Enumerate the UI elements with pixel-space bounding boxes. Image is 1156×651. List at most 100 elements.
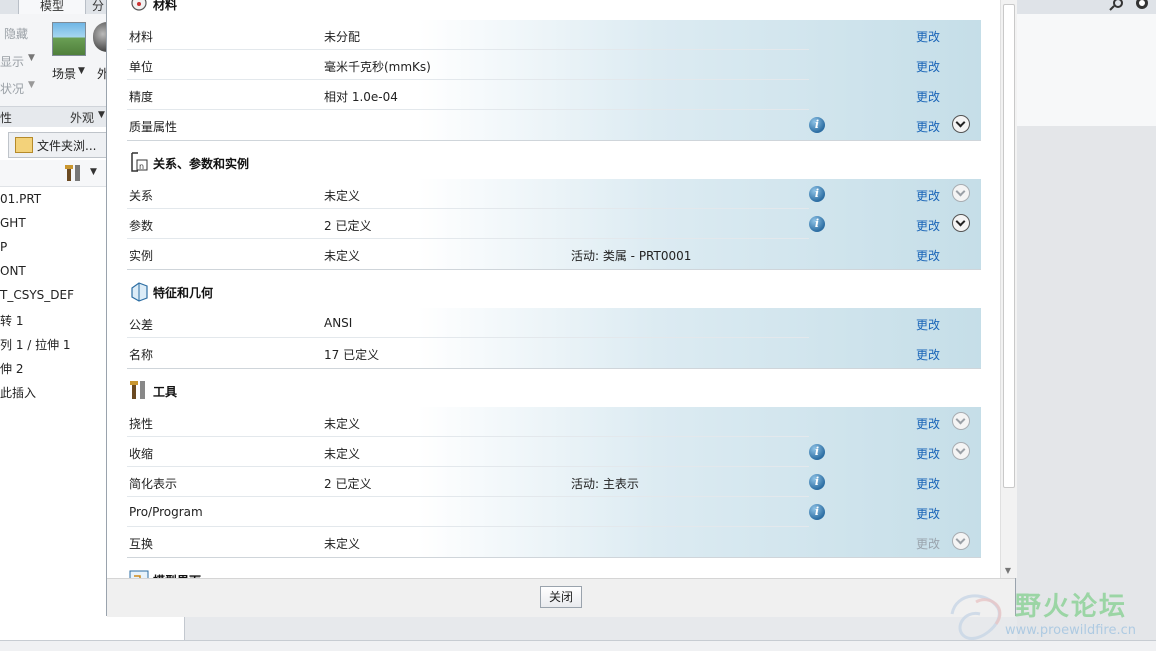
watermark-url: www.proewildfire.cn bbox=[1005, 623, 1136, 638]
property-label: 实例 bbox=[129, 249, 154, 263]
section-title: 关系、参数和实例 bbox=[153, 157, 250, 171]
change-link[interactable]: 更改 bbox=[916, 475, 940, 492]
tree-item[interactable]: 01.PRT bbox=[0, 192, 106, 214]
property-label: 互换 bbox=[129, 537, 154, 551]
expand-chevron-icon[interactable] bbox=[952, 412, 970, 430]
chevron-down-icon[interactable]: ▼ bbox=[78, 66, 85, 76]
info-icon[interactable]: i bbox=[809, 474, 825, 490]
change-link[interactable]: 更改 bbox=[916, 28, 940, 45]
chevron-down-icon[interactable]: ▼ bbox=[90, 167, 97, 177]
section-title: 材料 bbox=[153, 0, 178, 12]
info-icon[interactable]: i bbox=[809, 444, 825, 460]
change-link[interactable]: 更改 bbox=[916, 415, 940, 432]
expand-chevron-icon[interactable] bbox=[952, 115, 970, 133]
model-interface-icon bbox=[129, 568, 149, 578]
change-link[interactable]: 更改 bbox=[916, 217, 940, 234]
tab-model[interactable]: 模型 bbox=[18, 0, 86, 15]
section-divider bbox=[127, 557, 981, 558]
info-icon[interactable]: i bbox=[809, 504, 825, 520]
change-link[interactable]: 更改 bbox=[916, 58, 940, 75]
scene-icon[interactable] bbox=[52, 22, 86, 56]
change-link[interactable]: 更改 bbox=[916, 505, 940, 522]
tree-item[interactable]: 转 1 bbox=[0, 312, 106, 334]
search-icon[interactable] bbox=[1108, 0, 1156, 12]
property-row: 挠性 未定义 更改 bbox=[127, 407, 981, 437]
tools-icon[interactable] bbox=[64, 163, 84, 183]
property-label: 精度 bbox=[129, 90, 154, 104]
property-value: 相对 1.0e-04 bbox=[324, 90, 398, 104]
change-link[interactable]: 更改 bbox=[916, 346, 940, 363]
property-value: 2 已定义 bbox=[324, 219, 372, 233]
property-label: 收缩 bbox=[129, 447, 154, 461]
property-label: 公差 bbox=[129, 318, 154, 332]
change-link[interactable]: 更改 bbox=[916, 316, 940, 333]
folder-icon bbox=[15, 137, 33, 153]
property-value: 17 已定义 bbox=[324, 348, 380, 362]
chevron-down-icon[interactable]: ▼ bbox=[98, 110, 105, 120]
chevron-down-icon[interactable]: ▼ bbox=[28, 80, 35, 90]
tree-toolbar: ▼ bbox=[0, 160, 106, 187]
property-value: 毫米千克秒(mmKs) bbox=[324, 60, 431, 74]
property-row: 单位 毫米千克秒(mmKs) 更改 bbox=[127, 50, 981, 80]
expand-chevron-icon[interactable] bbox=[952, 442, 970, 460]
change-link[interactable]: 更改 bbox=[916, 187, 940, 204]
property-label: 质量属性 bbox=[129, 120, 178, 134]
change-link[interactable]: 更改 bbox=[916, 118, 940, 135]
change-link[interactable]: 更改 bbox=[916, 247, 940, 264]
change-link[interactable]: 更改 bbox=[916, 88, 940, 105]
expand-chevron-icon[interactable] bbox=[952, 214, 970, 232]
group-label-left: 性 bbox=[0, 111, 13, 125]
section-header: n 关系、参数和实例 bbox=[127, 145, 981, 179]
expand-chevron-icon[interactable] bbox=[952, 532, 970, 550]
property-row: 参数 2 已定义 i 更改 bbox=[127, 209, 981, 239]
change-link: 更改 bbox=[916, 537, 941, 551]
hide-command[interactable]: 隐藏 bbox=[4, 25, 28, 42]
property-row: 名称 17 已定义 更改 bbox=[127, 338, 981, 368]
section-divider bbox=[127, 140, 981, 141]
property-row: 互换 未定义 更改 bbox=[127, 527, 981, 557]
property-label: 关系 bbox=[129, 189, 154, 203]
features-icon bbox=[129, 280, 149, 302]
property-active: 活动: 主表示 bbox=[571, 477, 639, 491]
property-label: 简化表示 bbox=[129, 477, 178, 491]
section-header: 材料 bbox=[127, 0, 981, 20]
status-command[interactable]: 状况 bbox=[0, 80, 24, 97]
property-row: 收缩 未定义 i 更改 bbox=[127, 437, 981, 467]
scene-button[interactable]: 场景 bbox=[52, 65, 76, 82]
property-label: 名称 bbox=[129, 348, 154, 362]
tree-item[interactable]: T_CSYS_DEF bbox=[0, 288, 106, 310]
info-icon[interactable]: i bbox=[809, 117, 825, 133]
info-icon[interactable]: i bbox=[809, 186, 825, 202]
chevron-down-icon[interactable]: ▼ bbox=[28, 53, 35, 63]
property-row: 材料 未分配 更改 bbox=[127, 20, 981, 50]
property-row: 精度 相对 1.0e-04 更改 bbox=[127, 80, 981, 110]
tree-item[interactable]: 此插入 bbox=[0, 384, 106, 406]
property-value: 未定义 bbox=[324, 249, 361, 263]
property-value: 未定义 bbox=[324, 537, 361, 551]
section-divider bbox=[127, 269, 981, 270]
tree-item[interactable]: 伸 2 bbox=[0, 360, 106, 382]
display-command[interactable]: 显示 bbox=[0, 53, 24, 70]
property-value: 未定义 bbox=[324, 447, 361, 461]
change-link[interactable]: 更改 bbox=[916, 445, 940, 462]
close-button[interactable]: 关闭 bbox=[540, 586, 582, 608]
tree-item[interactable]: ONT bbox=[0, 264, 106, 286]
tree-item[interactable]: P bbox=[0, 240, 106, 262]
scrollbar-thumb[interactable] bbox=[1003, 4, 1015, 488]
dialog-content: 材料 材料 未分配 更改 单位 毫米千克秒(mmKs) 更改 精度 相对 1.0e-04 更改 质量… bbox=[107, 0, 999, 578]
file-browser-tab[interactable]: 文件夹浏... bbox=[8, 132, 108, 158]
section-header: 工具 bbox=[127, 373, 981, 407]
material-icon bbox=[129, 0, 149, 14]
section-header: 模型界面 bbox=[127, 562, 981, 578]
property-row: 实例 未定义 活动: 类属 - PRT0001 更改 bbox=[127, 239, 981, 269]
tree-item[interactable]: GHT bbox=[0, 216, 106, 238]
section-title: 特征和几何 bbox=[153, 286, 214, 300]
info-icon[interactable]: i bbox=[809, 216, 825, 232]
property-row: 质量属性 i 更改 bbox=[127, 110, 981, 140]
scroll-down-icon[interactable]: ▼ bbox=[1003, 566, 1013, 576]
expand-chevron-icon[interactable] bbox=[952, 184, 970, 202]
property-value: 未定义 bbox=[324, 417, 361, 431]
property-value: ANSI bbox=[324, 316, 353, 330]
file-browser-label: 文件夹浏... bbox=[37, 139, 97, 153]
tree-item[interactable]: 列 1 / 拉伸 1 bbox=[0, 336, 106, 358]
